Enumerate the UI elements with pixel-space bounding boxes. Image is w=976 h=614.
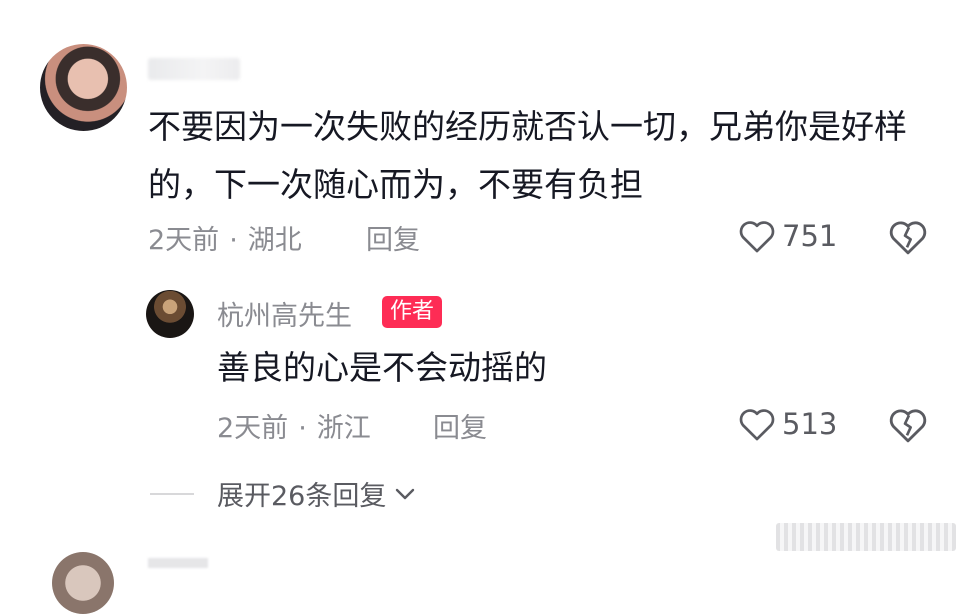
heart-outline-icon — [739, 221, 775, 253]
broken-heart-icon — [889, 221, 927, 255]
reply-text: 善良的心是不会动摇的 — [217, 348, 547, 387]
reply-time: 2天前 — [217, 413, 289, 444]
comment-text: 不要因为一次失败的经历就否认一切，兄弟你是好样的，下一次随心而为，不要有负担 — [148, 107, 907, 204]
comment-time: 2天前 — [148, 225, 220, 256]
meta-separator: · — [298, 413, 307, 444]
watermark — [776, 523, 956, 551]
meta-separator: · — [229, 225, 238, 256]
next-commenter-avatar[interactable] — [52, 552, 114, 614]
commenter-username-blurred[interactable] — [148, 58, 240, 80]
expand-replies-button[interactable]: 展开26条回复 — [217, 474, 416, 513]
comment-like-count: 751 — [782, 219, 838, 253]
reply-username[interactable]: 杭州高先生 — [217, 294, 352, 333]
expand-replies-label: 展开26条回复 — [217, 481, 387, 512]
comment-dislike-button[interactable] — [888, 218, 928, 260]
reply-location: 浙江 — [316, 413, 371, 444]
comment-meta: 2天前 · 湖北 — [148, 218, 302, 257]
reply-dislike-button[interactable] — [888, 406, 928, 448]
next-commenter-username-blurred[interactable] — [148, 558, 208, 568]
broken-heart-icon — [889, 409, 927, 443]
comment-location: 湖北 — [247, 225, 302, 256]
reply-reply-button[interactable]: 回复 — [433, 406, 487, 445]
chevron-down-icon — [396, 488, 415, 499]
commenter-avatar[interactable] — [40, 44, 127, 131]
author-badge: 作者 — [382, 296, 443, 328]
reply-like-button[interactable]: 513 — [738, 406, 837, 442]
comment-reply-button[interactable]: 回复 — [366, 218, 420, 257]
comment-like-button[interactable]: 751 — [738, 218, 837, 254]
reply-meta: 2天前 · 浙江 — [217, 406, 371, 445]
reply-avatar[interactable] — [146, 290, 194, 338]
expand-divider — [150, 493, 194, 495]
reply-like-count: 513 — [782, 407, 838, 441]
heart-outline-icon — [739, 409, 775, 441]
